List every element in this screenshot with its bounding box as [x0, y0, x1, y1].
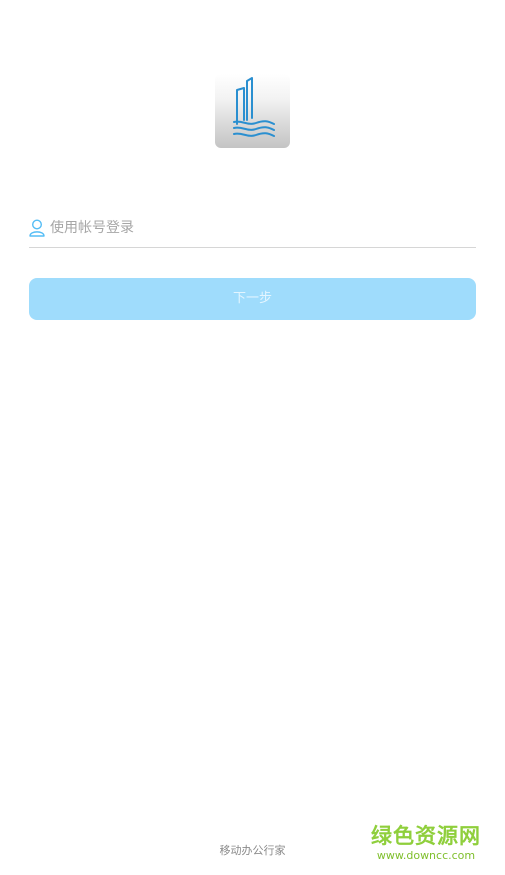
- app-logo: [215, 74, 290, 148]
- account-input[interactable]: [50, 215, 470, 241]
- watermark-title: 绿色资源网: [371, 824, 481, 848]
- account-field: [29, 212, 476, 248]
- watermark-url: www.downcc.com: [376, 849, 476, 862]
- building-waves-logo-icon: [233, 77, 275, 137]
- watermark: 绿色资源网 www.downcc.com: [366, 823, 486, 863]
- next-button[interactable]: 下一步: [29, 278, 476, 320]
- user-icon: [29, 219, 45, 237]
